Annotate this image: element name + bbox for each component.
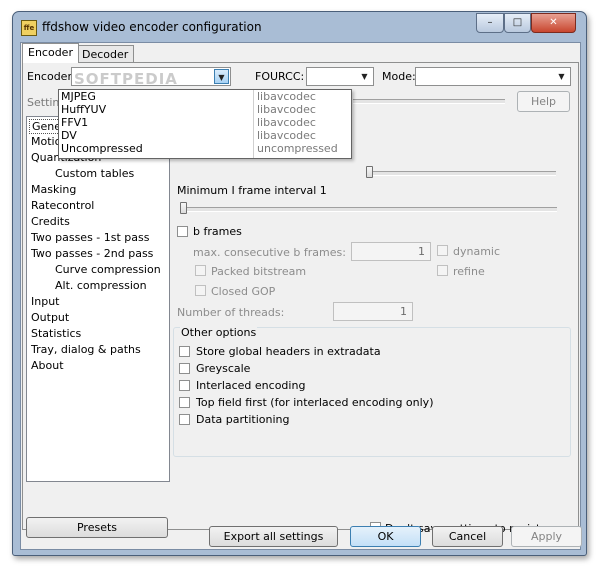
dropdown-option-library: libavcodec	[257, 116, 316, 129]
settings-slider[interactable]	[353, 99, 505, 104]
window-title: ffdshow video encoder configuration	[42, 20, 262, 34]
presets-button[interactable]: Presets	[26, 517, 168, 538]
option-checkbox[interactable]	[179, 346, 190, 357]
title-bar[interactable]: ffe ffdshow video encoder configuration …	[13, 12, 586, 42]
refine-checkbox[interactable]	[437, 265, 448, 276]
other-options-label: Other options	[180, 326, 258, 339]
min-i-frame-slider[interactable]	[181, 207, 557, 212]
encoder-label: Encoder:	[27, 70, 76, 83]
upper-slider-track[interactable]	[370, 171, 556, 176]
threads-label: Number of threads:	[177, 306, 285, 319]
section-tree: GenericMotion eQuantizationCustom tables…	[26, 116, 170, 482]
dropdown-option-library: libavcodec	[257, 103, 316, 116]
tree-item[interactable]: Ratecontrol	[31, 199, 94, 212]
tree-item[interactable]: Custom tables	[55, 167, 134, 180]
max-b-frames-label: max. consecutive b frames:	[193, 246, 346, 259]
option-label: Top field first (for interlaced encoding…	[196, 396, 434, 409]
upper-slider-thumb[interactable]	[366, 166, 373, 178]
apply-button[interactable]: Apply	[511, 526, 582, 547]
dropdown-option-name[interactable]: Uncompressed	[61, 142, 143, 155]
tree-item[interactable]: Input	[31, 295, 59, 308]
dropdown-option-name[interactable]: FFV1	[61, 116, 88, 129]
threads-input[interactable]: 1	[333, 302, 413, 321]
mode-select[interactable]: ▼	[415, 67, 571, 86]
export-all-settings-button[interactable]: Export all settings	[209, 526, 338, 547]
max-b-frames-input[interactable]: 1	[351, 242, 431, 261]
maximize-button[interactable]: □	[504, 13, 531, 33]
dropdown-option-name[interactable]: DV	[61, 129, 77, 142]
tab-encoder[interactable]: Encoder	[22, 43, 79, 63]
packed-bitstream-label: Packed bitstream	[211, 265, 307, 278]
tree-item[interactable]: Credits	[31, 215, 70, 228]
option-label: Greyscale	[196, 362, 251, 375]
closed-gop-checkbox[interactable]	[195, 285, 206, 296]
option-checkbox[interactable]	[179, 414, 190, 425]
watermark-text: SOFTPEDIA	[74, 70, 178, 88]
min-i-frame-label: Minimum I frame interval 1	[177, 184, 327, 197]
b-frames-checkbox[interactable]	[177, 226, 188, 237]
packed-bitstream-checkbox[interactable]	[195, 265, 206, 276]
tree-item[interactable]: About	[31, 359, 64, 372]
option-label: Store global headers in extradata	[196, 345, 381, 358]
chevron-down-icon: ▼	[361, 72, 368, 81]
tree-item[interactable]: Masking	[31, 183, 76, 196]
dynamic-label: dynamic	[453, 245, 501, 258]
fourcc-label: FOURCC:	[255, 70, 305, 83]
cancel-button[interactable]: Cancel	[432, 526, 503, 547]
option-label: Interlaced encoding	[196, 379, 306, 392]
option-checkbox[interactable]	[179, 380, 190, 391]
tree-item[interactable]: Two passes - 2nd pass	[31, 247, 153, 260]
dropdown-option-library: libavcodec	[257, 129, 316, 142]
dynamic-checkbox[interactable]	[437, 245, 448, 256]
refine-label: refine	[453, 265, 485, 278]
tree-item[interactable]: Statistics	[31, 327, 81, 340]
fourcc-select[interactable]: ▼	[306, 67, 374, 86]
app-icon: ffe	[21, 20, 37, 36]
chevron-down-icon: ▼	[214, 69, 229, 84]
mode-label: Mode:	[382, 70, 416, 83]
encoder-dropdown-list: MJPEG libavcodec HuffYUV libavcodec FFV1 liba…	[58, 89, 352, 159]
help-button[interactable]: Help	[517, 91, 570, 112]
close-button[interactable]: ✕	[531, 13, 576, 33]
minimize-button[interactable]: –	[476, 13, 504, 33]
dropdown-option-name[interactable]: MJPEG	[61, 90, 96, 103]
option-checkbox[interactable]	[179, 397, 190, 408]
option-label: Data partitioning	[196, 413, 290, 426]
tree-item[interactable]: Alt. compression	[55, 279, 147, 292]
b-frames-label: b frames	[193, 225, 242, 238]
tree-item[interactable]: Tray, dialog & paths	[31, 343, 141, 356]
tree-item[interactable]: Two passes - 1st pass	[31, 231, 150, 244]
dropdown-option-name[interactable]: HuffYUV	[61, 103, 106, 116]
dropdown-column-separator	[253, 90, 254, 158]
ok-button[interactable]: OK	[350, 526, 421, 547]
dropdown-option-library: uncompressed	[257, 142, 338, 155]
option-checkbox[interactable]	[179, 363, 190, 374]
tab-decoder[interactable]: Decoder	[76, 45, 135, 63]
tree-item[interactable]: Output	[31, 311, 69, 324]
tree-item[interactable]: Curve compression	[55, 263, 161, 276]
min-i-frame-slider-thumb[interactable]	[180, 202, 187, 214]
closed-gop-label: Closed GOP	[211, 285, 276, 298]
chevron-down-icon: ▼	[558, 72, 565, 81]
dropdown-option-library: libavcodec	[257, 90, 316, 103]
